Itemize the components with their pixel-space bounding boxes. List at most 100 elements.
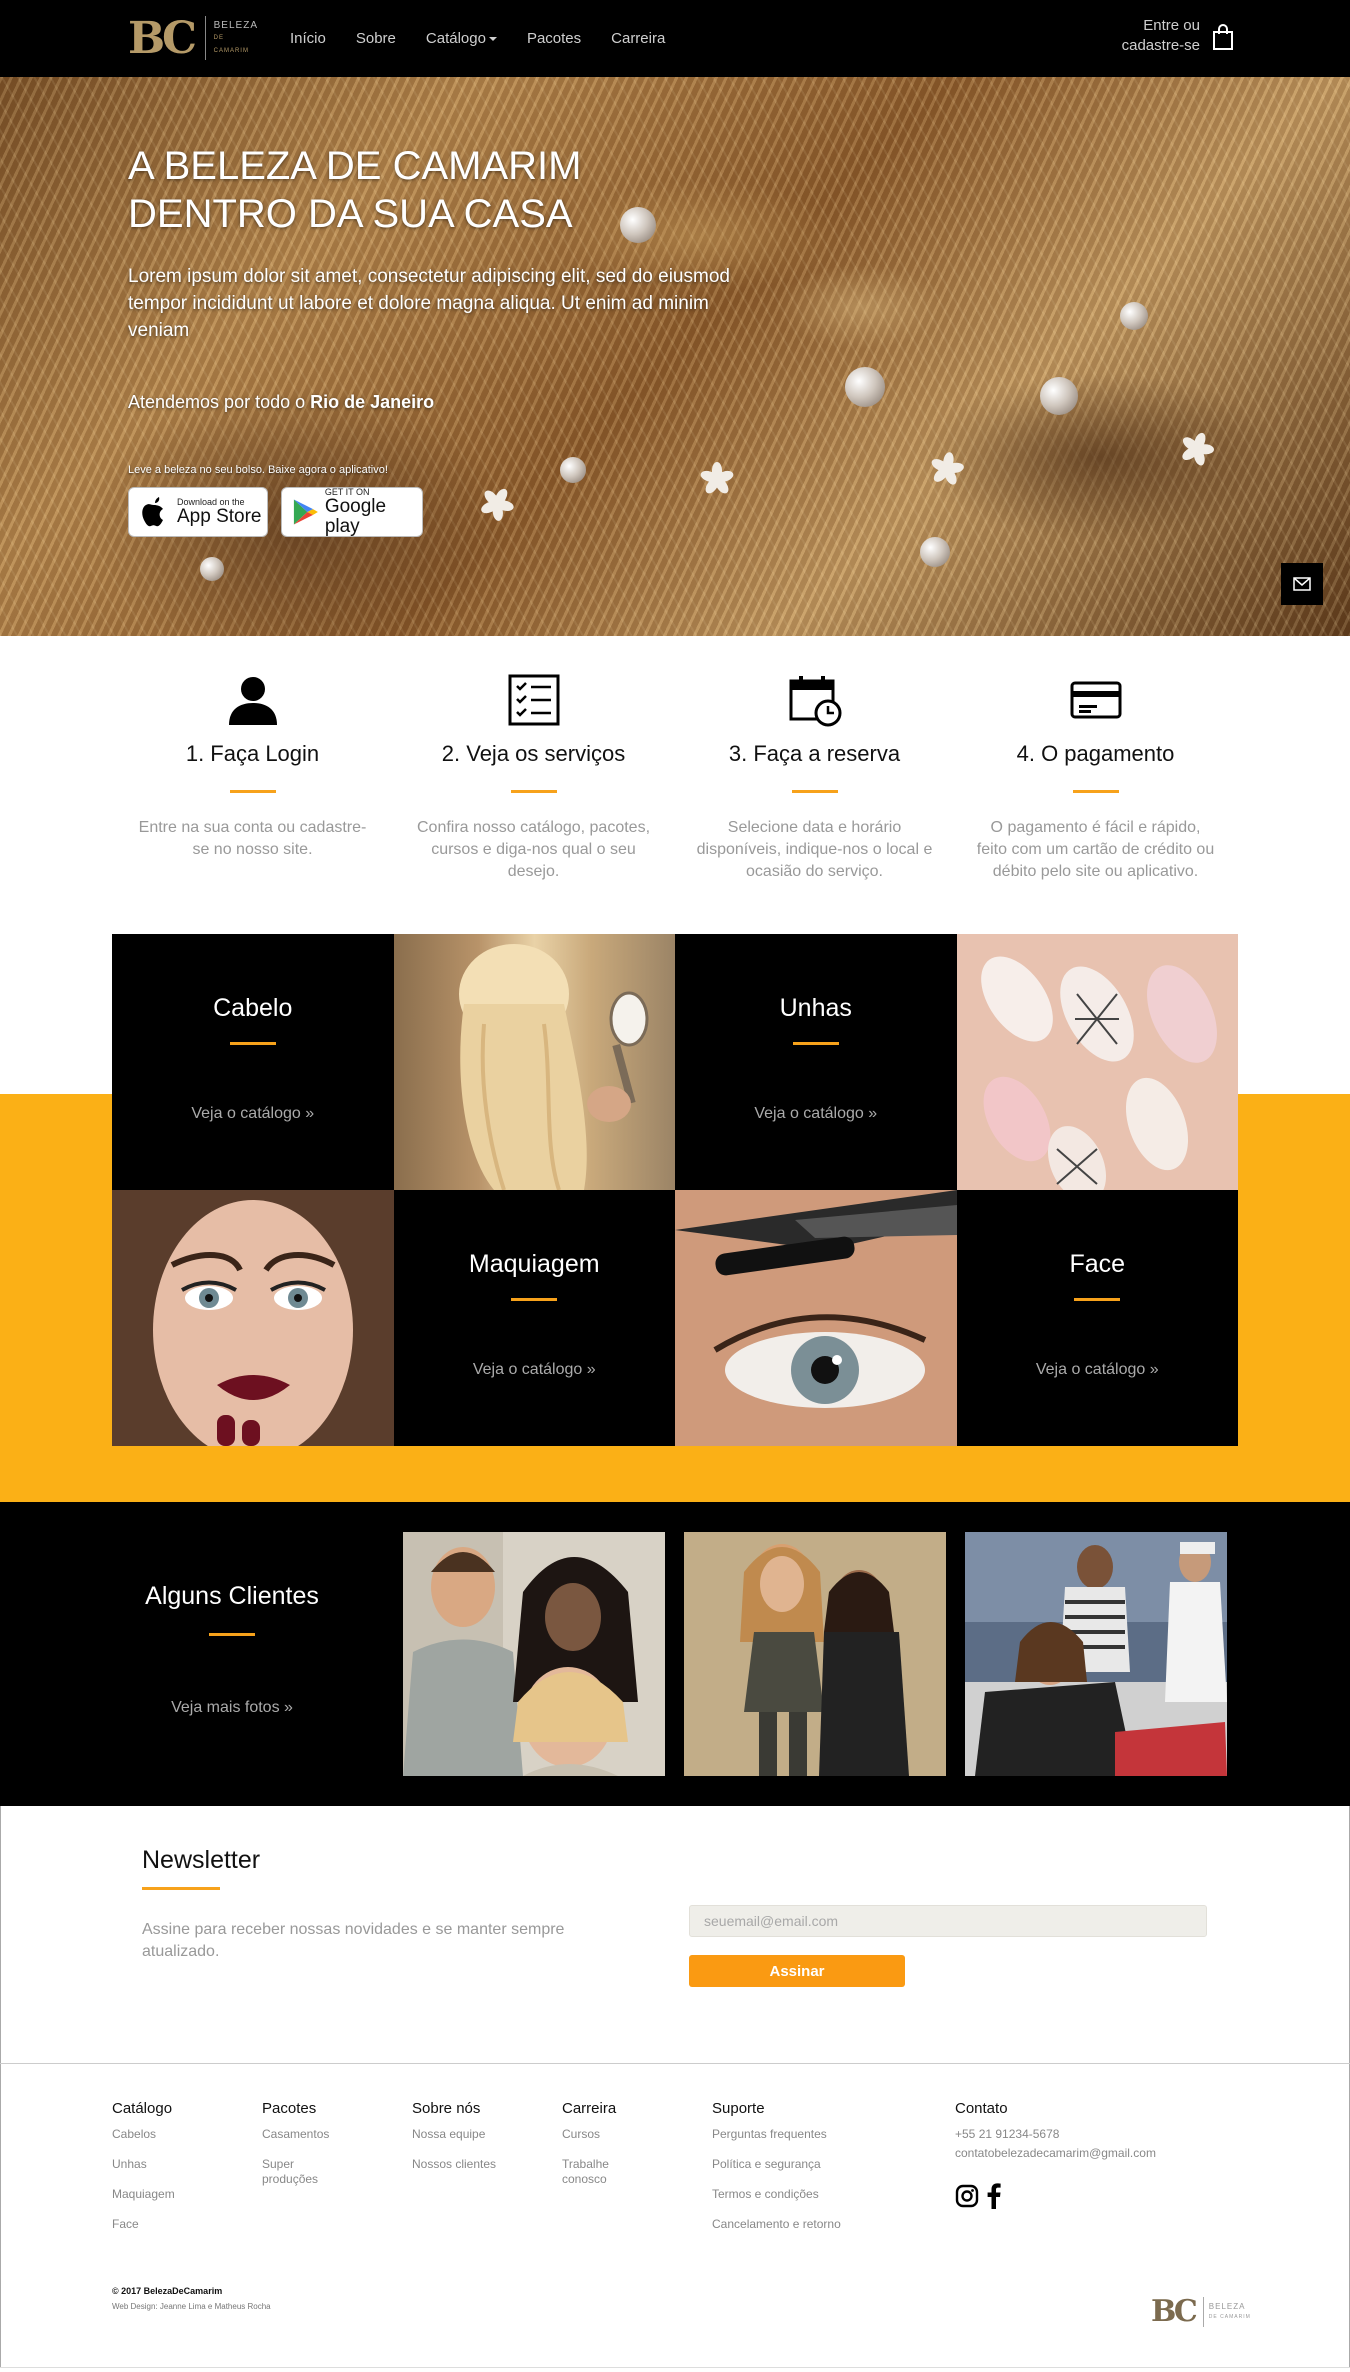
client-photo[interactable] xyxy=(965,1532,1227,1776)
hair-photo xyxy=(393,934,675,1190)
footer-col-sobre: Sobre nós Nossa equipe Nossos clientes xyxy=(412,2100,496,2187)
logo-name: BELEZA xyxy=(213,19,258,31)
hero-pearl xyxy=(200,557,224,581)
step-icon-wrap xyxy=(955,672,1236,728)
nav-item-pacotes[interactable]: Pacotes xyxy=(527,30,581,47)
checklist-icon xyxy=(508,674,559,726)
nav-item-carreira[interactable]: Carreira xyxy=(611,30,665,47)
mail-icon xyxy=(1293,577,1311,591)
footer-link[interactable]: Termos e condições xyxy=(712,2187,841,2202)
footer-link[interactable]: Unhas xyxy=(112,2157,175,2172)
logo-mark: BC xyxy=(128,12,197,64)
credit-card-icon xyxy=(1070,681,1121,719)
footer-col-head: Carreira xyxy=(562,2100,617,2117)
catalog-card-link[interactable]: Veja o catálogo » xyxy=(957,1361,1239,1379)
catalog-card-face[interactable]: Face Veja o catálogo » xyxy=(956,1190,1239,1446)
how-it-works: 1. Faça Login Entre na sua conta ou cada… xyxy=(112,672,1238,912)
nav-item-inicio[interactable]: Início xyxy=(290,30,326,47)
step-accent-line xyxy=(510,790,557,793)
client-photo[interactable] xyxy=(684,1532,946,1776)
hero-title-line1: A BELEZA DE CAMARIM xyxy=(128,144,582,188)
step-booking: 3. Faça a reserva Selecione data e horár… xyxy=(674,672,955,912)
catalog-card-title: Cabelo xyxy=(213,994,293,1022)
client-photo[interactable] xyxy=(403,1532,665,1776)
catalog-card-line xyxy=(229,1042,276,1045)
eyelash-photo xyxy=(675,1190,957,1446)
google-play-icon xyxy=(293,499,318,525)
footer-link[interactable]: Maquiagem xyxy=(112,2187,175,2202)
makeup-photo xyxy=(112,1190,394,1446)
hero-served-prefix: Atendemos por todo o xyxy=(128,392,311,412)
apple-icon xyxy=(142,497,163,527)
contact-email[interactable]: contatobelezadecamarim@gmail.com xyxy=(955,2146,1156,2161)
footer-link[interactable]: Super produções xyxy=(262,2157,342,2187)
footer-link[interactable]: Casamentos xyxy=(262,2127,342,2142)
hero-served-area: Atendemos por todo o Rio de Janeiro xyxy=(128,392,434,413)
footer-link[interactable]: Perguntas frequentes xyxy=(712,2127,841,2142)
client-photo-art xyxy=(403,1532,665,1776)
hero-pearl xyxy=(1120,302,1148,330)
logo[interactable]: BC BELEZA DE CAMARIM xyxy=(128,12,258,64)
footer-link[interactable]: Cabelos xyxy=(112,2127,175,2142)
hero-description: Lorem ipsum dolor sit amet, consectetur … xyxy=(128,266,730,341)
hero-pearl xyxy=(845,367,885,407)
step-title: 2. Veja os serviços xyxy=(441,741,626,766)
user-icon xyxy=(228,677,277,725)
footer-link[interactable]: Cancelamento e retorno xyxy=(712,2217,841,2232)
footer-col-pacotes: Pacotes Casamentos Super produções xyxy=(262,2100,342,2202)
newsletter-email-input[interactable] xyxy=(689,1905,1207,1937)
catalog-card-cabelo[interactable]: Cabelo Veja o catálogo » xyxy=(112,934,394,1190)
hero-pearl xyxy=(1040,377,1078,415)
catalog-card-link[interactable]: Veja o catálogo » xyxy=(112,1105,394,1123)
footer-link[interactable]: Política e segurança xyxy=(712,2157,841,2172)
footer-col-head: Catálogo xyxy=(112,2100,173,2117)
top-navbar: BC BELEZA DE CAMARIM Início Sobre Catálo… xyxy=(0,0,1350,77)
logo-sub: DE CAMARIM xyxy=(213,34,249,54)
hero-flower xyxy=(699,462,735,496)
client-photo-art xyxy=(684,1532,946,1776)
app-store-big: App Store xyxy=(177,506,262,527)
chevron-down-icon xyxy=(488,37,497,42)
nails-photo-art xyxy=(956,934,1238,1190)
footer-link[interactable]: Cursos xyxy=(562,2127,632,2142)
app-store-button[interactable]: Download on the App Store xyxy=(128,487,268,537)
login-link[interactable]: Entre ou cadastre-se xyxy=(1110,16,1200,56)
catalog-card-unhas[interactable]: Unhas Veja o catálogo » xyxy=(675,934,957,1190)
catalog-card-link[interactable]: Veja o catálogo » xyxy=(394,1361,676,1379)
footer-link[interactable]: Trabalhe conosco xyxy=(562,2157,632,2187)
step-services: 2. Veja os serviços Confira nosso catálo… xyxy=(393,672,674,912)
footer-divider xyxy=(0,2063,1350,2064)
nav-item-catalogo[interactable]: Catálogo xyxy=(426,30,497,47)
catalog-card-line xyxy=(511,1298,558,1301)
subscribe-button[interactable]: Assinar xyxy=(689,1955,905,1987)
nav-item-sobre[interactable]: Sobre xyxy=(356,30,396,47)
logo-text: BELEZA DE CAMARIM xyxy=(214,20,258,57)
footer-logo-name: BELEZA xyxy=(1208,2301,1246,2311)
clients-accent-line xyxy=(209,1633,255,1636)
catalog-card-maquiagem[interactable]: Maquiagem Veja o catálogo » xyxy=(393,1190,676,1446)
hero-title-line2: DENTRO DA SUA CASA xyxy=(128,192,573,236)
footer-link[interactable]: Nossos clientes xyxy=(412,2157,496,2172)
step-title: 1. Faça Login xyxy=(185,741,320,766)
google-play-button[interactable]: GET IT ON Google play xyxy=(281,487,423,537)
step-text: O pagamento é fácil e rápido, feito com … xyxy=(976,819,1215,880)
design-credit: Web Design: Jeanne Lima e Matheus Rocha xyxy=(112,2302,271,2311)
contact-phone[interactable]: +55 21 91234-5678 xyxy=(955,2127,1156,2142)
footer-logo[interactable]: BC BELEZA DE CAMARIM xyxy=(1151,2294,1251,2329)
hero-app-text: Leve a beleza no seu bolso. Baixe agora … xyxy=(128,464,388,476)
catalog-card-link[interactable]: Veja o catálogo » xyxy=(675,1105,957,1123)
contact-mail-button[interactable] xyxy=(1281,563,1323,605)
facebook-icon[interactable] xyxy=(987,2183,1001,2209)
page-frame-left xyxy=(0,1806,1,2372)
step-icon-wrap xyxy=(112,672,393,728)
hair-photo-art xyxy=(458,944,648,1190)
step-text: Selecione data e horário disponíveis, in… xyxy=(696,819,933,880)
clients-more-link[interactable]: Veja mais fotos » xyxy=(112,1699,352,1717)
catalog-card-line xyxy=(1074,1298,1121,1301)
copyright: © 2017 BelezaDeCamarim xyxy=(112,2286,223,2296)
instagram-icon[interactable] xyxy=(955,2184,979,2208)
footer-link[interactable]: Face xyxy=(112,2217,175,2232)
footer-link[interactable]: Nossa equipe xyxy=(412,2127,496,2142)
shopping-bag-icon[interactable] xyxy=(1212,24,1234,50)
calendar-clock-icon xyxy=(789,676,841,727)
